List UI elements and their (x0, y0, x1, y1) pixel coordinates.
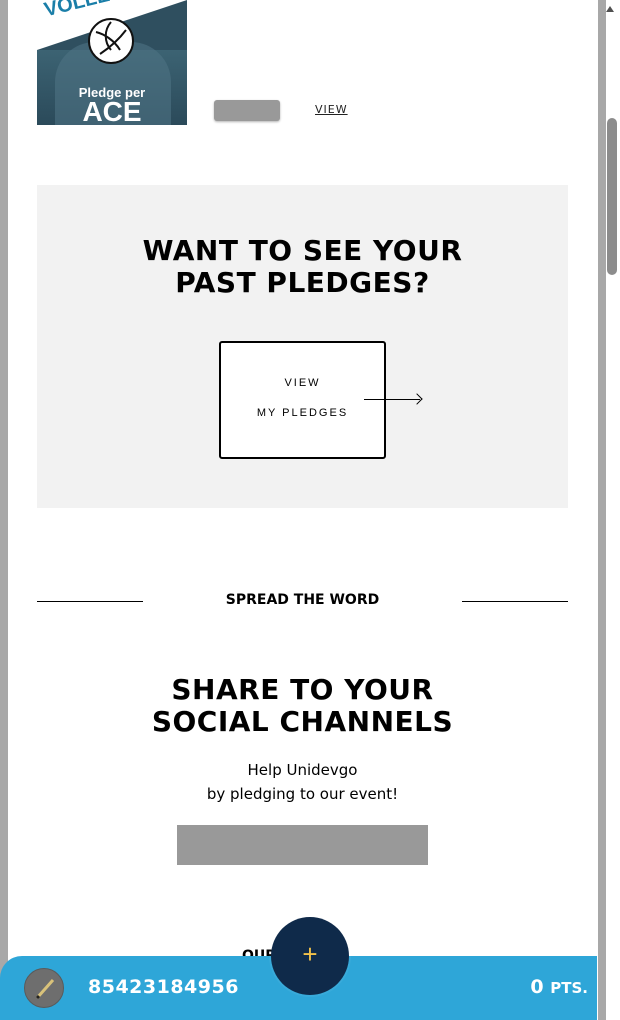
divider-left (37, 601, 143, 602)
past-pledges-panel: WANT TO SEE YOUR PAST PLEDGES? VIEW MY P… (37, 185, 568, 508)
pencil-icon (35, 979, 55, 1000)
points-unit: PTS. (550, 979, 588, 997)
share-subtitle-line2: by pledging to our event! (206, 785, 399, 803)
image-ace-text: ACE (82, 96, 142, 125)
spread-the-word-heading: SPREAD THE WORD (225, 592, 380, 608)
view-my-pledges-label-line2: MY PLEDGES (256, 407, 349, 419)
divider-right (462, 601, 568, 602)
past-pledges-title: WANT TO SEE YOUR PAST PLEDGES? (37, 235, 568, 299)
past-pledges-title-line2: PAST PLEDGES? (175, 266, 430, 299)
scrollbar-thumb[interactable] (607, 118, 617, 275)
page-left-edge (0, 0, 8, 1020)
scroll-up-arrow-icon[interactable] (606, 6, 614, 12)
share-title-line2: SOCIAL CHANNELS (151, 705, 454, 738)
share-subtitle: Help Unidevgo by pledging to our event! (37, 758, 568, 806)
past-pledges-title-line1: WANT TO SEE YOUR (142, 234, 463, 267)
add-button[interactable]: + (271, 917, 349, 995)
share-buttons-placeholder[interactable] (177, 825, 428, 865)
view-my-pledges-label-line1: VIEW (284, 377, 321, 389)
avatar[interactable] (24, 968, 64, 1008)
share-title-line1: SHARE TO YOUR (171, 673, 434, 706)
share-subtitle-line1: Help Unidevgo (247, 761, 358, 779)
campaign-action-button[interactable] (214, 100, 280, 121)
scrollbar-lane (598, 0, 606, 1020)
share-title: SHARE TO YOUR SOCIAL CHANNELS (37, 674, 568, 738)
view-my-pledges-button[interactable]: VIEW MY PLEDGES (219, 341, 386, 459)
campaign-image[interactable]: VOLLEYBA Pledge per ACE (37, 0, 187, 125)
points-display: 0 PTS. (530, 976, 588, 998)
account-number: 85423184956 (88, 976, 239, 998)
volleyball-icon (88, 18, 134, 64)
points-value: 0 (530, 976, 544, 998)
view-campaign-link[interactable]: VIEW (315, 103, 348, 116)
plus-icon: + (302, 939, 318, 969)
